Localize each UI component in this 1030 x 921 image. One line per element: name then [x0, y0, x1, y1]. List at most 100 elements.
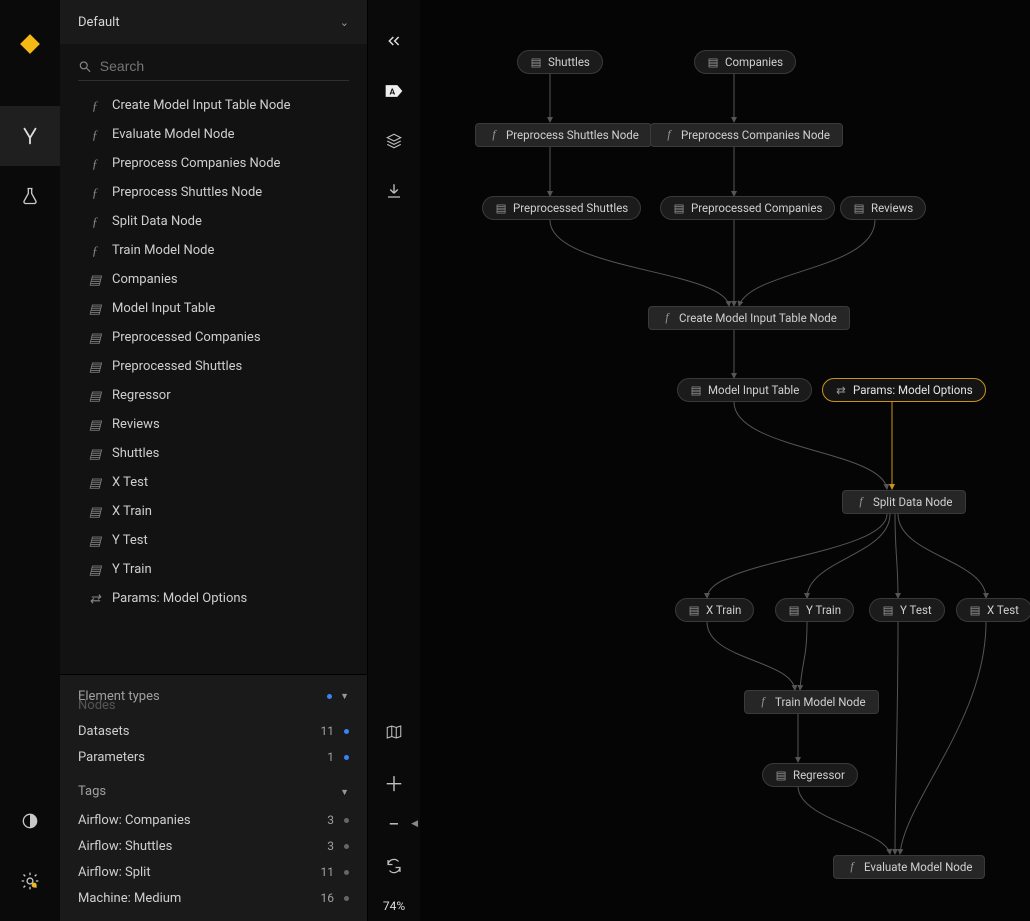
pipeline-selector[interactable]: Default ⌄ — [60, 0, 367, 44]
tree-item[interactable]: ƒPreprocess Companies Node — [78, 149, 357, 178]
zoom-in-button[interactable]: ＋ — [368, 757, 420, 807]
node-pre-shuttles[interactable]: fPreprocess Shuttles Node — [475, 123, 652, 147]
chevrons-left-icon — [386, 33, 402, 49]
node-ytrain[interactable]: ▤Y Train — [775, 598, 854, 622]
params-icon: ⇄ — [88, 591, 102, 607]
logo-diamond-icon — [18, 32, 42, 56]
tree-item[interactable]: ▤X Test — [78, 468, 357, 497]
search-bar[interactable] — [78, 58, 349, 81]
tags-header[interactable]: Tags — [78, 784, 349, 799]
dataset-icon: ▤ — [775, 769, 787, 781]
tree-item[interactable]: ▤Regressor — [78, 381, 357, 410]
node-regressor[interactable]: ▤Regressor — [762, 763, 858, 787]
graph-canvas[interactable]: ▤Shuttles ▤Companies fPreprocess Shuttle… — [420, 0, 1030, 921]
row-dot-icon — [344, 755, 349, 760]
tree-item[interactable]: ▤Model Input Table — [78, 294, 357, 323]
tree-item-label: Preprocessed Shuttles — [112, 359, 242, 374]
dataset-icon: ▤ — [788, 604, 800, 616]
filter-row[interactable]: Datasets11 — [78, 718, 349, 744]
tree-item[interactable]: ƒ Split Data Node — [78, 207, 357, 236]
tree-item[interactable]: ƒ Train Model Node — [78, 236, 357, 265]
dataset-icon: ▤ — [88, 533, 102, 549]
refresh-icon — [385, 857, 403, 875]
flask-icon — [20, 186, 40, 206]
node-preproc-comp[interactable]: ▤Preprocessed Companies — [660, 196, 835, 220]
node-shuttles[interactable]: ▤Shuttles — [517, 50, 603, 74]
tree-item[interactable]: ƒ Create Model Input Table Node — [78, 91, 357, 120]
filter-row[interactable]: Airflow: Companies3 — [78, 807, 349, 833]
tree-item[interactable]: ▤Companies — [78, 265, 357, 294]
tree-item[interactable]: ▤Preprocessed Companies — [78, 323, 357, 352]
dataset-icon: ▤ — [88, 417, 102, 433]
function-icon: ƒ — [88, 243, 102, 259]
tree-item[interactable]: ▤Reviews — [78, 410, 357, 439]
layers-icon — [385, 132, 403, 150]
tree-item-label: Companies — [112, 272, 178, 287]
filter-row[interactable]: Parameters1 — [78, 744, 349, 770]
tree-item-label: Create Model Input Table Node — [112, 98, 290, 113]
sidebar: Default ⌄ ƒ Create Model Input Table Node… — [60, 0, 368, 921]
filter-row[interactable]: Airflow: Split11 — [78, 859, 349, 885]
node-split[interactable]: fSplit Data Node — [842, 490, 966, 514]
search-icon — [78, 59, 92, 74]
node-companies[interactable]: ▤Companies — [694, 50, 796, 74]
node-ytest[interactable]: ▤Y Test — [869, 598, 945, 622]
tree-item-label: Params: Model Options — [112, 591, 247, 606]
dataset-icon: ▤ — [853, 202, 865, 214]
row-label: Nodes — [78, 698, 116, 713]
tree-item-label: Train Model Node — [112, 243, 214, 258]
nav-graph[interactable] — [0, 106, 60, 166]
tree-item-label: Split Data Node — [112, 214, 202, 229]
node-tree: ƒCreate Model Input Table NodeƒEvaluate … — [60, 91, 367, 674]
node-preproc-shut[interactable]: ▤Preprocessed Shuttles — [482, 196, 641, 220]
tree-item[interactable]: ▤Y Train — [78, 555, 357, 584]
function-icon: ƒ — [88, 214, 102, 230]
tree-item[interactable]: ▤Y Test — [78, 526, 357, 555]
legend-dot-icon — [327, 694, 332, 699]
function-icon: ƒ — [88, 98, 102, 114]
filter-row[interactable]: Airflow: Shuttles3 — [78, 833, 349, 859]
minus-icon: − — [388, 812, 399, 836]
theme-contrast-icon — [20, 811, 40, 831]
reset-zoom-button[interactable] — [368, 841, 420, 891]
node-pre-companies[interactable]: fPreprocess Companies Node — [650, 123, 843, 147]
node-train-model[interactable]: fTrain Model Node — [744, 690, 879, 714]
zoom-out-button[interactable]: − ◀ — [368, 807, 420, 841]
node-xtrain[interactable]: ▤X Train — [675, 598, 754, 622]
tree-item[interactable]: ƒPreprocess Shuttles Node — [78, 178, 357, 207]
filter-row[interactable]: Machine: Medium16 — [78, 885, 349, 911]
zoom-slider-handle[interactable]: ◀ — [411, 819, 418, 829]
nav-settings[interactable] — [0, 851, 60, 911]
node-reviews[interactable]: ▤Reviews — [840, 196, 926, 220]
node-evaluate[interactable]: fEvaluate Model Node — [833, 855, 985, 879]
node-mit[interactable]: ▤Model Input Table — [677, 378, 812, 402]
row-dot-icon — [344, 870, 349, 875]
row-count: 11 — [321, 865, 335, 879]
collapse-sidebar-button[interactable] — [368, 16, 420, 66]
minimap-button[interactable] — [368, 707, 420, 757]
layers-button[interactable] — [368, 116, 420, 166]
tree-item[interactable]: ⇄ Params: Model Options — [78, 584, 357, 613]
download-icon — [385, 182, 403, 200]
node-xtest[interactable]: ▤X Test — [956, 598, 1030, 622]
dataset-icon: ▤ — [88, 388, 102, 404]
nav-experiment[interactable] — [0, 166, 60, 226]
search-input[interactable] — [100, 58, 349, 74]
tree-item[interactable]: ▤X Train — [78, 497, 357, 526]
label-toggle-button[interactable]: A — [368, 66, 420, 116]
function-icon: f — [757, 696, 769, 708]
tree-item[interactable]: ▤Shuttles — [78, 439, 357, 468]
tree-item-label: Y Train — [112, 562, 152, 577]
dataset-icon: ▤ — [495, 202, 507, 214]
tree-item[interactable]: ▤ Preprocessed Shuttles — [78, 352, 357, 381]
node-create-mit[interactable]: fCreate Model Input Table Node — [648, 306, 850, 330]
dataset-icon: ▤ — [688, 604, 700, 616]
node-params[interactable]: ⇄Params: Model Options — [822, 378, 986, 402]
tree-item-label: Evaluate Model Node — [112, 127, 235, 142]
row-count: 3 — [327, 839, 334, 853]
download-button[interactable] — [368, 166, 420, 216]
nav-theme[interactable] — [0, 791, 60, 851]
dataset-icon: ▤ — [88, 359, 102, 375]
row-count: 11 — [321, 724, 335, 738]
tree-item[interactable]: ƒEvaluate Model Node — [78, 120, 357, 149]
